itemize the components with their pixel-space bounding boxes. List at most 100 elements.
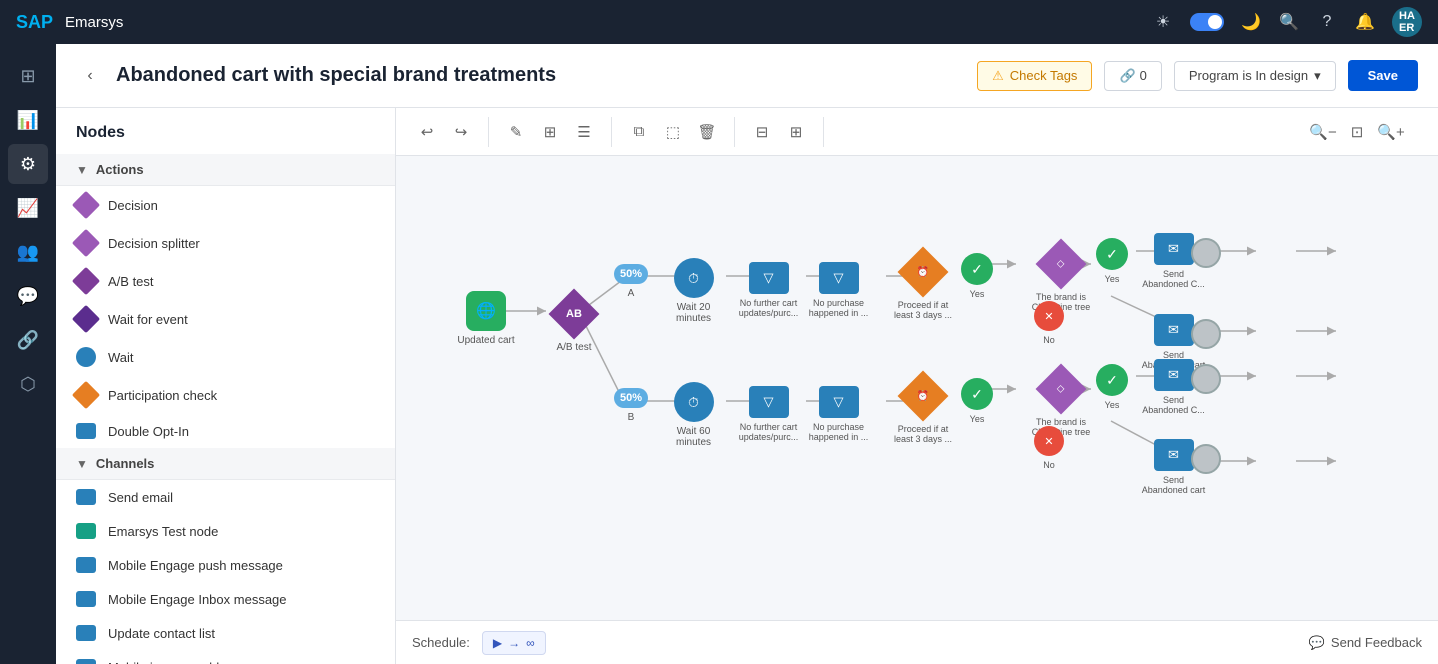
check-tags-label: Check Tags [1010, 68, 1078, 83]
node-ab-test[interactable]: A/B test [56, 262, 395, 300]
node-filter3[interactable]: ▽ No further cart updates/purc... [736, 386, 801, 442]
node-end2[interactable] [1191, 319, 1221, 349]
node-end3[interactable] [1191, 364, 1221, 394]
node-mobile-inbox[interactable]: Mobile Engage Inbox message [56, 582, 395, 616]
node-yes4[interactable]: ✓ Yes [1096, 364, 1128, 410]
edit-button[interactable]: ✎ [501, 117, 531, 147]
link-icon: 🔗 [1119, 68, 1135, 84]
node-emarsys-test[interactable]: Emarsys Test node [56, 514, 395, 548]
sun-icon[interactable]: ☀ [1152, 11, 1174, 33]
node-yes2[interactable]: ✓ Yes [1096, 238, 1128, 284]
node-yes3[interactable]: ✓ Yes [961, 378, 993, 424]
channels-section-header[interactable]: ▼ Channels [56, 448, 395, 480]
back-button[interactable]: ‹ [76, 62, 104, 90]
node-mobile-in-add[interactable]: Mobile in-app - add [56, 650, 395, 664]
main-layout: ⊞ 📊 ⚙ 📈 👥 💬 🔗 ⬡ ‹ Abandoned cart with sp… [0, 44, 1438, 664]
canvas-view[interactable]: 🌐 Updated cart AB A/B test 50% [396, 156, 1438, 620]
select-button[interactable]: ⊞ [535, 117, 565, 147]
node-wait-60[interactable]: ⏱ Wait 60 minutes [661, 382, 726, 448]
delete-button[interactable]: 🗑 [692, 117, 722, 147]
node-send-email[interactable]: Send email [56, 480, 395, 514]
theme-toggle[interactable] [1190, 13, 1224, 31]
nav-home[interactable]: ⊞ [8, 56, 48, 96]
send-email-icon [76, 489, 96, 505]
node-proceed1[interactable]: ⏰ Proceed if at least 3 days ... [888, 254, 958, 320]
schedule-label: Schedule: [412, 635, 470, 650]
node-update-contact[interactable]: Update contact list [56, 616, 395, 650]
page-title: Abandoned cart with special brand treatm… [116, 64, 965, 87]
save-button[interactable]: Save [1348, 60, 1418, 91]
double-opt-in-icon [76, 423, 96, 439]
nav-chat[interactable]: 💬 [8, 276, 48, 316]
help-icon[interactable]: ? [1316, 11, 1338, 33]
ab-test-canvas-label: A/B test [544, 342, 604, 353]
node-badge-a[interactable]: 50% A [614, 264, 648, 299]
actions-section-header[interactable]: ▼ Actions [56, 154, 395, 186]
ab-test-icon [72, 267, 100, 295]
schedule-badge[interactable]: ▶ → ∞ [482, 631, 546, 655]
filter3-label: No further cart updates/purc... [736, 422, 801, 442]
nav-segments[interactable]: 👥 [8, 232, 48, 272]
mobile-in-add-icon [76, 659, 96, 664]
yes3-label: Yes [970, 414, 985, 424]
node-filter1[interactable]: ▽ No further cart updates/purc... [736, 262, 801, 318]
nav-settings[interactable]: ⚙ [8, 144, 48, 184]
yes4-label: Yes [1105, 400, 1120, 410]
node-no1[interactable]: ✕ No [1034, 301, 1064, 345]
node-mobile-push-label: Mobile Engage push message [108, 558, 283, 573]
feedback-icon: 💬 [1309, 635, 1325, 651]
node-decision-splitter-label: Decision splitter [108, 236, 200, 251]
node-decision-splitter[interactable]: Decision splitter [56, 224, 395, 262]
link-badge[interactable]: 🔗 0 [1104, 61, 1161, 91]
node-ab-test-label: A/B test [108, 274, 154, 289]
node-wait[interactable]: Wait [56, 338, 395, 376]
layout-button[interactable]: ⊟ [747, 117, 777, 147]
redo-button[interactable]: ↪ [446, 117, 476, 147]
nav-dashboard[interactable]: 📊 [8, 100, 48, 140]
moon-icon[interactable]: 🌙 [1240, 11, 1262, 33]
emarsys-test-icon [76, 523, 96, 539]
copy-group: ⧉ ⬚ 🗑 [624, 117, 735, 147]
node-filter2[interactable]: ▽ No purchase happened in ... [806, 262, 871, 318]
link-count: 0 [1140, 68, 1147, 83]
node-filter4[interactable]: ▽ No purchase happened in ... [806, 386, 871, 442]
send-c1-label: Send Abandoned C... [1141, 269, 1206, 289]
node-yes1[interactable]: ✓ Yes [961, 253, 993, 299]
zoom-reset-button[interactable]: ⊡ [1342, 117, 1372, 147]
node-end1[interactable] [1191, 238, 1221, 268]
send-c2-label: Send Abandoned C... [1141, 395, 1206, 415]
node-wait-for-event[interactable]: Wait for event [56, 300, 395, 338]
node-end4[interactable] [1191, 444, 1221, 474]
node-wait-20[interactable]: ⏱ Wait 20 minutes [661, 258, 726, 324]
node-badge-b[interactable]: 50% B [614, 388, 648, 423]
node-send-email-label: Send email [108, 490, 173, 505]
node-participation-check[interactable]: Participation check [56, 376, 395, 414]
paste-button[interactable]: ⬚ [658, 117, 688, 147]
check-tags-button[interactable]: ⚠ Check Tags [977, 61, 1092, 91]
node-double-opt-in[interactable]: Double Opt-In [56, 414, 395, 448]
node-wait-for-event-label: Wait for event [108, 312, 188, 327]
zoom-out-button[interactable]: 🔍− [1308, 117, 1338, 147]
comment-button[interactable]: ☰ [569, 117, 599, 147]
bell-icon[interactable]: 🔔 [1354, 11, 1376, 33]
avatar[interactable]: HAER [1392, 7, 1422, 37]
search-icon[interactable]: 🔍 [1278, 11, 1300, 33]
sap-logo: SAP [16, 12, 53, 33]
node-proceed2[interactable]: ⏰ Proceed if at least 3 days ... [888, 378, 958, 444]
node-decision[interactable]: Decision [56, 186, 395, 224]
canvas-area: ↩ ↪ ✎ ⊞ ☰ ⧉ ⬚ 🗑 ⊟ ⊞ [396, 108, 1438, 664]
node-ab-test-canvas[interactable]: AB A/B test [544, 296, 604, 353]
node-updated-cart[interactable]: 🌐 Updated cart [456, 291, 516, 346]
send-feedback-button[interactable]: 💬 Send Feedback [1309, 635, 1422, 651]
wait-for-event-icon [72, 305, 100, 333]
nav-extensions[interactable]: ⬡ [8, 364, 48, 404]
undo-button[interactable]: ↩ [412, 117, 442, 147]
node-no2[interactable]: ✕ No [1034, 426, 1064, 470]
nav-reports[interactable]: 📈 [8, 188, 48, 228]
grid-button[interactable]: ⊞ [781, 117, 811, 147]
copy-button[interactable]: ⧉ [624, 117, 654, 147]
node-mobile-push[interactable]: Mobile Engage push message [56, 548, 395, 582]
program-status[interactable]: Program is In design ▾ [1174, 61, 1336, 91]
nav-integrations[interactable]: 🔗 [8, 320, 48, 360]
zoom-in-button[interactable]: 🔍+ [1376, 117, 1406, 147]
